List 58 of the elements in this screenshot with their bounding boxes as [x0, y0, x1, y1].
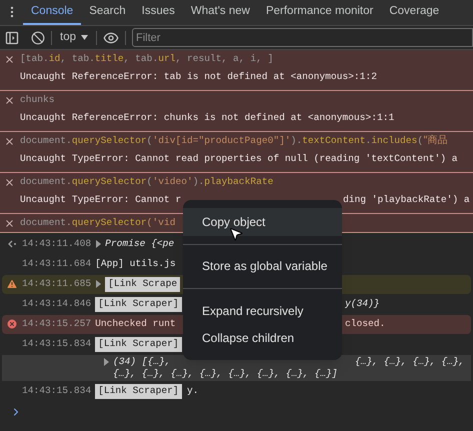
- object-preview[interactable]: (34) [{…}, {…}, {…}, {…}, {…}, {…}, {…}, {…}, {…}, {…}, {…}, {…}, {…}]: [2, 355, 471, 381]
- error-icon: [4, 218, 15, 228]
- object-summary: {…}, {…}, {…}, {…},: [355, 354, 464, 369]
- error-icon: [4, 176, 15, 188]
- tab[interactable]: What's new: [182, 0, 258, 25]
- menu-item[interactable]: Copy object: [183, 208, 342, 236]
- command-code: document.querySelector('vid: [20, 216, 176, 230]
- timestamp: 14:43:14.846: [22, 297, 92, 312]
- menu-item[interactable]: Collapse children: [183, 324, 342, 352]
- tab[interactable]: Search: [81, 0, 134, 25]
- object-summary: (34) [{…},: [113, 354, 171, 369]
- tab[interactable]: Coverage: [381, 0, 448, 25]
- error-message: Uncaught TypeError: Cannot read properties of null (reading 'textContent') a: [20, 152, 458, 164]
- tab[interactable]: Console: [23, 0, 82, 25]
- error-icon: [4, 136, 15, 146]
- timestamp: 14:43:11.685: [22, 277, 92, 292]
- error-message: Uncaught TypeError: Cannot r: [20, 194, 182, 205]
- sidebar-toggle-icon[interactable]: [5, 30, 19, 44]
- error-icon: [6, 318, 18, 330]
- timestamp: 14:43:15.834: [22, 337, 92, 352]
- error-icon: [4, 54, 15, 64]
- log-prefix-label: [Link Scraper]: [95, 384, 182, 399]
- timestamp: 14:43:11.408: [22, 237, 92, 252]
- clear-console-icon[interactable]: [31, 30, 45, 44]
- log-message: closed.: [345, 317, 386, 332]
- command-code: document.querySelector('div[id="productPage0"]').textContent.includes("商品: [20, 134, 448, 148]
- tab[interactable]: Performance monitor: [258, 0, 382, 25]
- tab[interactable]: Issues: [134, 0, 183, 25]
- filter-field[interactable]: Filter: [132, 28, 473, 47]
- timestamp: 14:43:15.257: [22, 317, 92, 332]
- error-message: ding 'playbackRate') a: [343, 192, 470, 207]
- log-message: Unchecked runt: [95, 317, 176, 332]
- menu-item[interactable]: Store as global variable: [183, 252, 342, 280]
- command-code: document.querySelector('video').playbackRate: [20, 174, 274, 189]
- command-code: [tab.id, tab.title, tab.url, result, a, i, ]: [20, 52, 274, 66]
- warning-icon: [6, 278, 18, 290]
- timestamp: 14:43:15.834: [22, 384, 92, 398]
- error-message: Uncaught ReferenceError: tab is not defined at <anonymous>:1:2: [20, 70, 377, 82]
- live-expression-icon[interactable]: [103, 30, 119, 46]
- timestamp: 14:43:11.684: [22, 257, 92, 272]
- context-dropdown[interactable]: top: [58, 28, 90, 46]
- log-prefix-label: [Link Scraper]: [95, 297, 182, 312]
- expand-arrow-icon[interactable]: [103, 358, 110, 366]
- object-summary: {…}, {…}, {…}, {…}, {…}, {…}, {…}, {…}]: [113, 366, 338, 381]
- menu-item[interactable]: Expand recursively: [183, 297, 342, 325]
- command-code: chunks: [20, 92, 55, 107]
- caret-icon: [81, 35, 88, 40]
- log-message: y.: [187, 384, 199, 398]
- expand-arrow-icon[interactable]: [95, 280, 102, 288]
- result-arrow-icon: [8, 240, 16, 248]
- log-prefix-label: [Link Scrape: [105, 277, 180, 292]
- log-message: y(34)}: [345, 297, 380, 312]
- expand-arrow-icon[interactable]: [95, 240, 102, 248]
- log-prefix-label: [Link Scraper]: [95, 337, 182, 352]
- error-icon: [4, 94, 15, 106]
- error-message: Uncaught ReferenceError: chunks is not defined at <anonymous>:1:1: [20, 112, 394, 123]
- log-message: [App] utils.js: [95, 257, 176, 272]
- log-message: Promise {<pe: [105, 237, 174, 252]
